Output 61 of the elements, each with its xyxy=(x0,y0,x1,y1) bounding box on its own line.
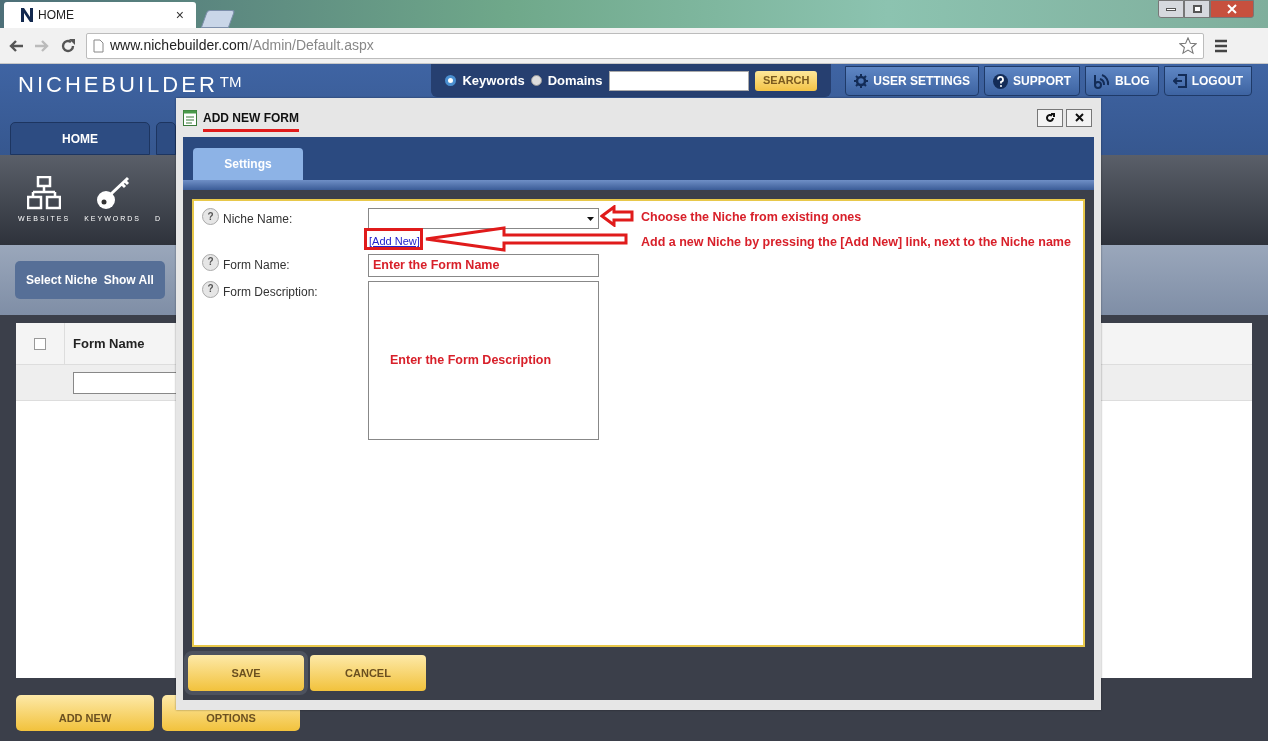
filter-link[interactable]: Select Niche xyxy=(26,271,98,289)
site-logo-icon xyxy=(20,7,34,23)
annotation-text: Add a new Niche by pressing the [Add New] link, next to the Niche name xyxy=(641,234,1071,251)
nav-button[interactable]: BLOG xyxy=(1085,66,1159,96)
search-button[interactable]: SEARCH xyxy=(755,70,818,91)
help-icon[interactable]: ? xyxy=(202,208,219,225)
select-all-checkbox[interactable] xyxy=(34,337,46,350)
radio-button[interactable] xyxy=(445,75,457,86)
dialog-button[interactable]: CANCEL xyxy=(310,655,426,691)
new-tab-button[interactable] xyxy=(200,10,236,28)
help-icon xyxy=(993,73,1008,89)
help-icon[interactable]: ? xyxy=(202,280,219,298)
form-icon xyxy=(183,109,197,126)
close-icon xyxy=(1227,4,1237,14)
trademark: TM xyxy=(219,74,242,89)
add-new-link[interactable]: [Add New] xyxy=(369,233,420,250)
maximize-button[interactable] xyxy=(1184,0,1210,18)
caret-icon xyxy=(587,216,594,221)
column-header: Form Name xyxy=(73,334,145,353)
annotation-text: Choose the Niche from existing ones xyxy=(641,209,862,226)
refresh-button[interactable] xyxy=(1037,108,1063,127)
sitemap-icon xyxy=(27,175,62,210)
niche-select[interactable] xyxy=(368,208,599,229)
back-icon[interactable] xyxy=(8,38,24,53)
tab[interactable]: HOME xyxy=(10,122,150,155)
close-icon xyxy=(1074,113,1084,122)
page-icon xyxy=(93,38,104,53)
nav-button[interactable]: USER SETTINGS xyxy=(845,66,979,96)
field-label: Niche Name: xyxy=(223,211,293,228)
close-window-button[interactable] xyxy=(1210,0,1254,18)
radio-label[interactable]: Keywords xyxy=(462,70,525,91)
footer-button[interactable]: ADD NEW xyxy=(16,695,154,731)
field-label: Form Description: xyxy=(223,283,318,301)
dialog-title: ADD NEW FORM xyxy=(203,109,299,132)
close-tab-button[interactable]: × xyxy=(175,4,184,26)
field-label: Form Name: xyxy=(223,256,290,274)
refresh-icon xyxy=(1045,112,1055,123)
tab-title[interactable]: HOME xyxy=(38,6,74,24)
radio-button[interactable] xyxy=(530,75,542,86)
bookmark-star-icon[interactable] xyxy=(1179,36,1197,55)
feed-icon xyxy=(1094,73,1110,89)
address-field[interactable]: www.nichebuilder.com/Admin/Default.aspx xyxy=(86,32,1204,59)
input-field[interactable]: Enter the Form Name xyxy=(368,253,599,277)
search-field[interactable] xyxy=(608,70,750,91)
nav-button[interactable]: LOGOUT xyxy=(1163,66,1252,96)
textarea-field[interactable]: Enter the Form Description xyxy=(368,280,599,440)
radio-label[interactable]: Domains xyxy=(547,70,603,91)
menu-icon[interactable] xyxy=(1214,38,1228,53)
gear-icon xyxy=(854,74,869,88)
minimize-button[interactable] xyxy=(1158,0,1184,18)
highlight-box xyxy=(364,228,423,250)
filter-link[interactable]: Show All xyxy=(103,271,154,289)
logo: NICHEBUILDER xyxy=(18,74,218,96)
reload-icon[interactable] xyxy=(60,37,76,54)
nav-button[interactable]: SUPPORT xyxy=(984,66,1080,96)
annotation-text: Enter the Form Name xyxy=(373,256,500,274)
annotation-text: Enter the Form Description xyxy=(390,351,552,369)
help-icon[interactable]: ? xyxy=(202,253,219,271)
logout-icon xyxy=(1172,74,1187,88)
key-icon xyxy=(95,175,130,210)
close-button[interactable] xyxy=(1066,108,1092,127)
